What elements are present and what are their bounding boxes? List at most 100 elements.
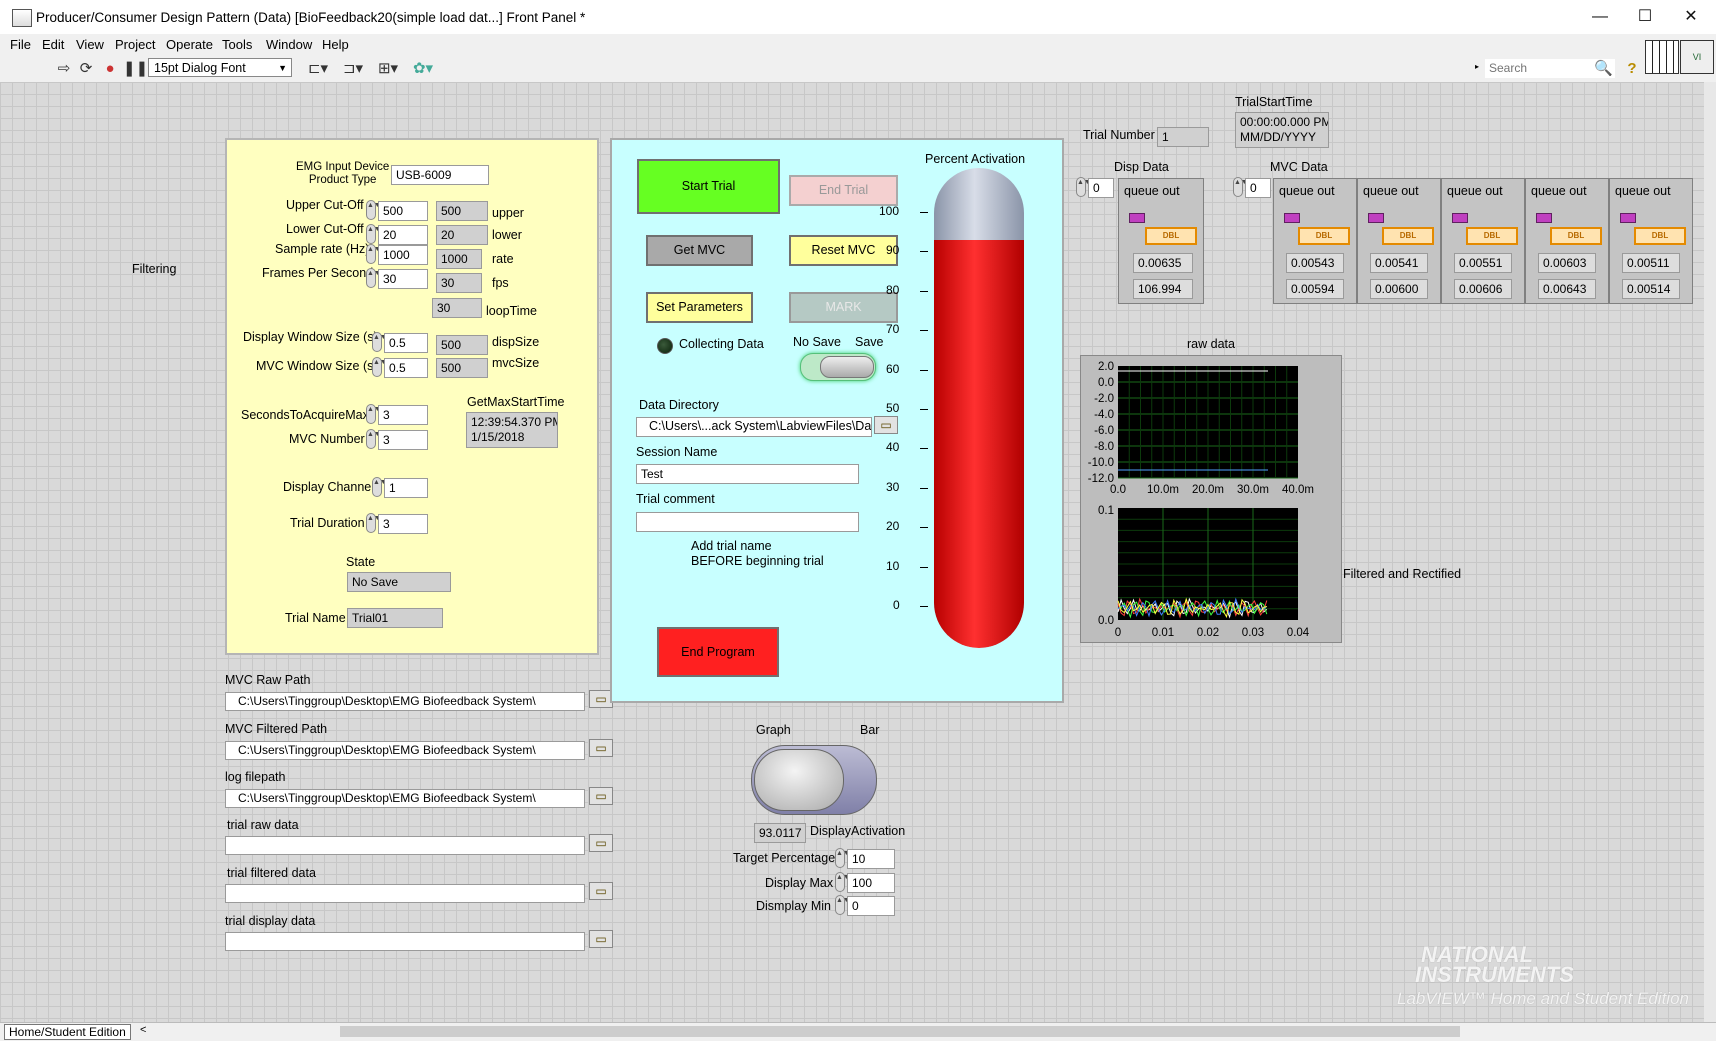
lower-cutoff-label: Lower Cut-Off	[286, 222, 364, 236]
thermometer-tick	[920, 251, 928, 253]
display-window-input[interactable]: 0.5	[384, 333, 428, 353]
reset-mvc-button[interactable]: Reset MVC	[789, 235, 898, 266]
display-channel-stepper[interactable]: ▲▼	[372, 477, 387, 497]
font-selector[interactable]: 15pt Dialog Font ▼	[148, 58, 292, 77]
thermometer-tick	[920, 369, 928, 371]
menu-project[interactable]: Project	[115, 37, 155, 52]
mvc-number-stepper[interactable]: ▲▼	[366, 429, 381, 449]
sample-rate-stepper[interactable]: ▲▼	[366, 244, 381, 264]
run-arrow-icon[interactable]: ⇨	[55, 60, 73, 78]
mvc-window-stepper[interactable]: ▲▼	[372, 357, 387, 377]
end-trial-button[interactable]: End Trial	[789, 175, 898, 206]
trial-display-data-label: trial display data	[225, 914, 316, 928]
menu-operate[interactable]: Operate	[166, 37, 213, 52]
lower-cutoff-input[interactable]: 20	[378, 225, 428, 245]
fps-input[interactable]: 30	[378, 269, 428, 289]
minimize-button[interactable]: —	[1577, 0, 1623, 34]
resize-objects-icon[interactable]: ⊞▾	[375, 60, 401, 78]
help-icon[interactable]: ?	[1623, 60, 1641, 78]
menu-view[interactable]: View	[76, 37, 104, 52]
mvc-filtered-path-field[interactable]: C:\Users\Tinggroup\Desktop\EMG Biofeedba…	[225, 741, 585, 760]
disp-data-index[interactable]: 0	[1088, 178, 1114, 198]
sample-rate-input[interactable]: 1000	[378, 245, 428, 265]
trial-filtered-data-field[interactable]	[225, 884, 585, 903]
save-toggle-switch[interactable]	[800, 353, 876, 381]
log-filepath-field[interactable]: C:\Users\Tinggroup\Desktop\EMG Biofeedba…	[225, 789, 585, 808]
fps-indicator-label: fps	[492, 276, 509, 290]
menu-edit[interactable]: Edit	[42, 37, 64, 52]
set-parameters-button[interactable]: Set Parameters	[646, 292, 753, 323]
close-button[interactable]: ✕	[1668, 0, 1714, 34]
thermometer-tick-label: 10	[886, 558, 900, 573]
filtered-rectified-label: Filtered and Rectified	[1343, 567, 1462, 581]
trial-filtered-data-label: trial filtered data	[227, 866, 316, 880]
vi-icon[interactable]: VI	[1680, 40, 1714, 74]
display-min-stepper[interactable]: ▲▼	[835, 895, 850, 915]
disp-data-index-stepper[interactable]: ▲▼	[1076, 177, 1091, 197]
session-name-label: Session Name	[636, 445, 718, 459]
trial-duration-stepper[interactable]: ▲▼	[366, 513, 381, 533]
seconds-to-acquire-stepper[interactable]: ▲▼	[366, 404, 381, 424]
abort-icon[interactable]: ●	[101, 60, 119, 78]
trial-raw-data-field[interactable]	[225, 836, 585, 855]
maximize-button[interactable]: ☐	[1622, 0, 1668, 34]
display-max-input[interactable]: 100	[847, 873, 895, 893]
mvc-data-index[interactable]: 0	[1245, 178, 1271, 198]
folder-icon[interactable]: ▭	[589, 834, 613, 852]
display-max-stepper[interactable]: ▲▼	[835, 872, 850, 892]
mark-button[interactable]: MARK	[789, 292, 898, 323]
folder-icon[interactable]: ▭	[589, 787, 613, 805]
menu-window[interactable]: Window	[266, 37, 312, 52]
display-channel-input[interactable]: 1	[384, 478, 428, 498]
pause-icon[interactable]: ❚❚	[123, 60, 148, 78]
graph-bar-toggle[interactable]	[751, 745, 877, 815]
target-percentage-input[interactable]: 10	[847, 849, 895, 869]
display-min-input[interactable]: 0	[847, 896, 895, 916]
target-percentage-stepper[interactable]: ▲▼	[835, 848, 850, 868]
session-name-input[interactable]: Test	[636, 464, 859, 484]
mvc-data-index-stepper[interactable]: ▲▼	[1233, 177, 1248, 197]
mvc-raw-path-field[interactable]: C:\Users\Tinggroup\Desktop\EMG Biofeedba…	[225, 692, 585, 711]
emg-device-field[interactable]: USB-6009	[391, 165, 489, 185]
horizontal-scrollbar[interactable]	[340, 1026, 1460, 1037]
dispsize-indicator: 500	[436, 335, 488, 355]
trial-display-data-field[interactable]	[225, 932, 585, 951]
align-objects-icon[interactable]: ⊏▾	[305, 60, 331, 78]
end-program-button[interactable]: End Program	[657, 627, 779, 677]
lower-cutoff-stepper[interactable]: ▲▼	[366, 224, 381, 244]
reorder-icon[interactable]: ✿▾	[410, 60, 436, 78]
dbl-type-icon: DBL	[1634, 227, 1686, 245]
start-trial-button[interactable]: Start Trial	[637, 159, 780, 214]
mvc-number-input[interactable]: 3	[378, 430, 428, 450]
mvc-window-input[interactable]: 0.5	[384, 358, 428, 378]
search-icon[interactable]: 🔍	[1594, 60, 1613, 78]
seconds-to-acquire-input[interactable]: 3	[378, 405, 428, 425]
log-filepath-label: log filepath	[225, 770, 286, 784]
display-window-stepper[interactable]: ▲▼	[372, 332, 387, 352]
vertical-scrollbar[interactable]	[1704, 82, 1716, 1022]
trial-comment-input[interactable]	[636, 512, 859, 532]
mvcsize-label: mvcSize	[492, 356, 540, 370]
fps-stepper[interactable]: ▲▼	[366, 268, 381, 288]
folder-icon[interactable]: ▭	[589, 739, 613, 757]
distribute-objects-icon[interactable]: ⊐▾	[340, 60, 366, 78]
upper-cutoff-stepper[interactable]: ▲▼	[366, 200, 381, 220]
seconds-to-acquire-label: SecondsToAcquireMax	[241, 408, 369, 422]
connector-pane-icon[interactable]	[1645, 40, 1679, 74]
raw-x-tick-label: 20.0m	[1192, 484, 1224, 496]
queue-out-label: queue out	[1363, 184, 1419, 198]
menu-file[interactable]: File	[10, 37, 31, 52]
folder-icon[interactable]: ▭	[874, 416, 898, 434]
scroll-left-icon[interactable]: <	[140, 1024, 146, 1036]
data-directory-field[interactable]: C:\Users\...ack System\LabviewFiles\Data	[636, 417, 872, 437]
menu-tools[interactable]: Tools	[222, 37, 252, 52]
get-mvc-button[interactable]: Get MVC	[646, 235, 753, 266]
menu-help[interactable]: Help	[322, 37, 349, 52]
trial-name-field[interactable]: Trial01	[347, 608, 443, 628]
folder-icon[interactable]: ▭	[589, 930, 613, 948]
collecting-data-label: Collecting Data	[679, 337, 764, 351]
run-continuously-icon[interactable]: ⟳	[77, 60, 95, 78]
upper-cutoff-input[interactable]: 500	[378, 201, 428, 221]
folder-icon[interactable]: ▭	[589, 882, 613, 900]
trial-duration-input[interactable]: 3	[378, 514, 428, 534]
